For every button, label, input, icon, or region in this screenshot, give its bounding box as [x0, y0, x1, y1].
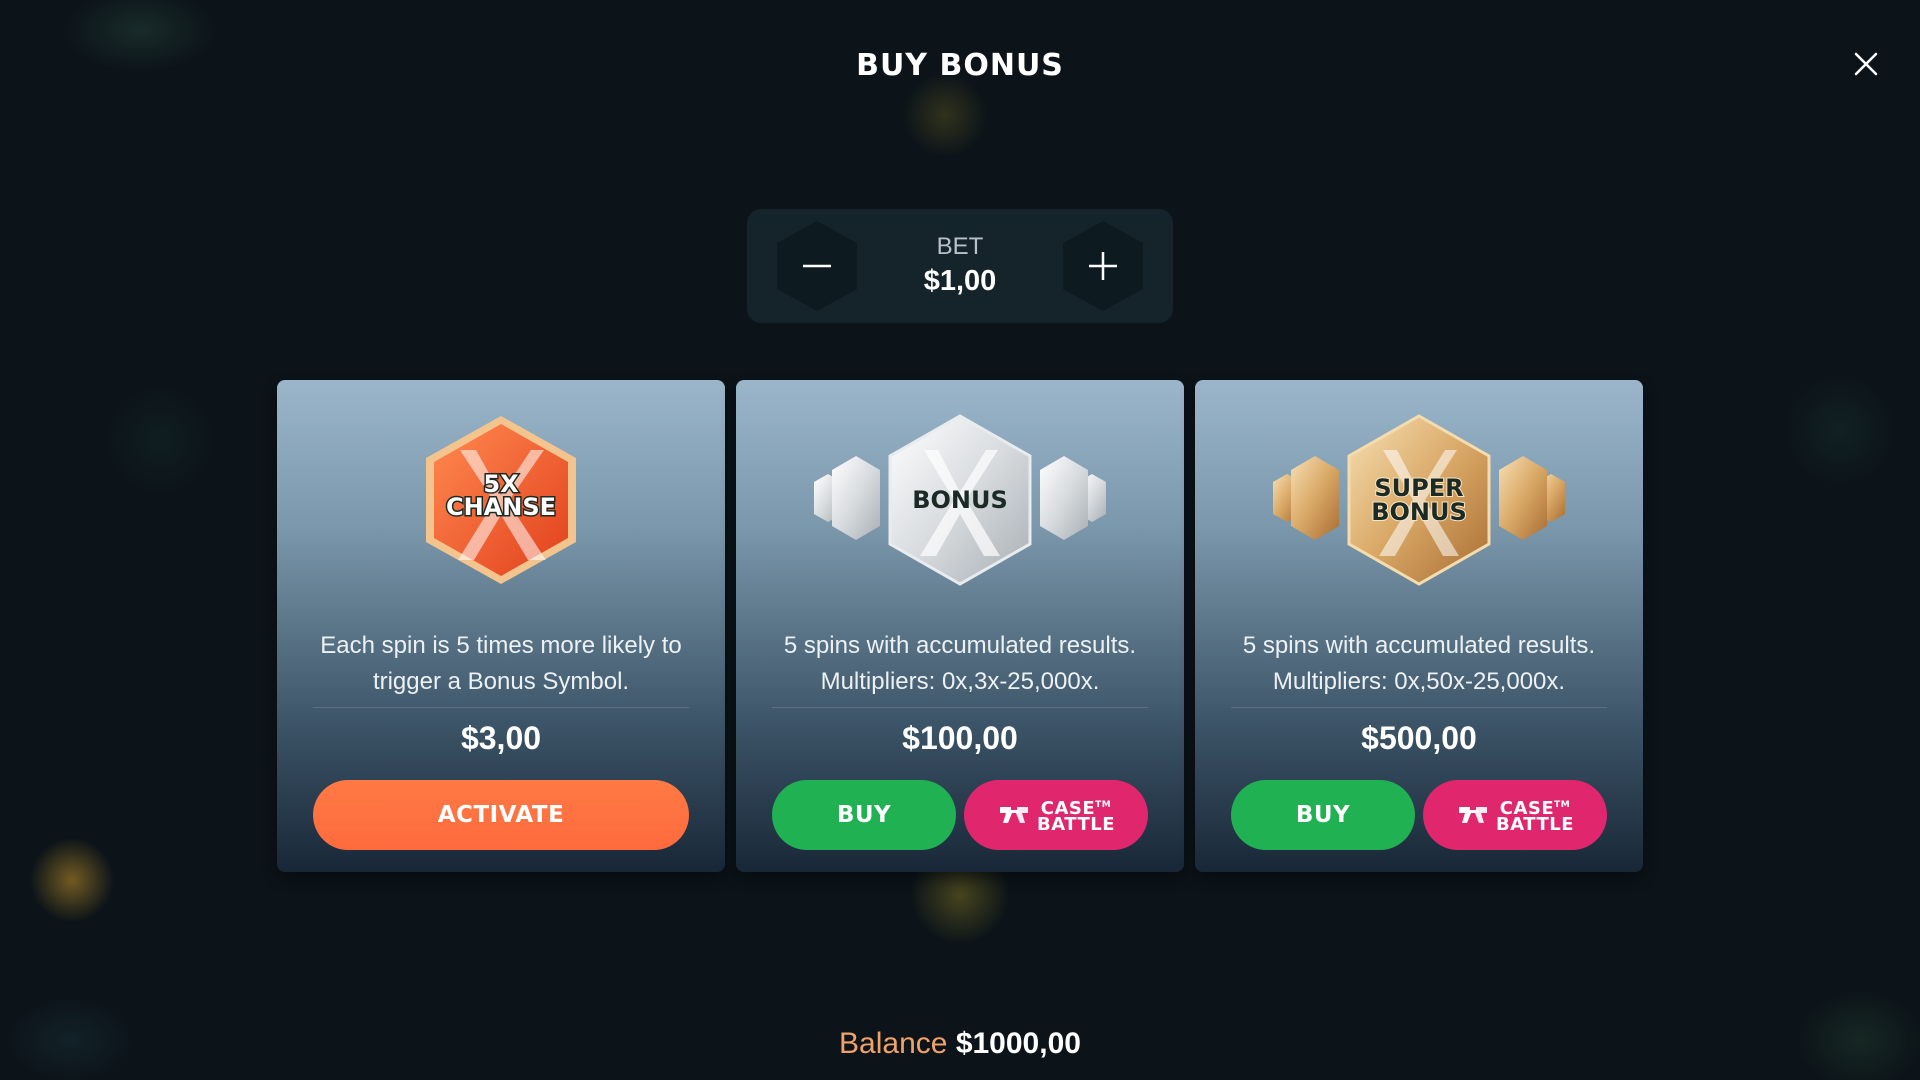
- bonus-badge-icon: BONUS: [814, 414, 1106, 586]
- divider: [1231, 707, 1607, 708]
- case-battle-button[interactable]: CASETM BATTLE: [964, 780, 1148, 850]
- trademark: TM: [1554, 800, 1571, 810]
- crossed-guns-icon: [1456, 801, 1490, 829]
- divider: [313, 707, 689, 708]
- activate-button[interactable]: ACTIVATE: [313, 780, 689, 850]
- card-art: SUPER BONUS: [1195, 410, 1643, 586]
- crossed-guns-icon: [997, 801, 1031, 829]
- card-art: 5X CHANSE: [277, 410, 725, 584]
- case-battle-button[interactable]: CASETM BATTLE: [1423, 780, 1607, 850]
- balance-display: Balance $1000,00: [0, 1027, 1920, 1061]
- card-description: Each spin is 5 times more likely to trig…: [320, 632, 682, 695]
- trademark: TM: [1095, 800, 1112, 810]
- buy-button[interactable]: BUY: [772, 780, 956, 850]
- plus-icon: [1063, 221, 1143, 311]
- buy-bonus-screen: BUY BONUS BET $1,00 5X CHANSE Each spin …: [0, 0, 1920, 1080]
- card-price: $3,00: [460, 720, 542, 756]
- card-price: $500,00: [1361, 720, 1477, 756]
- super-bonus-badge-icon: SUPER BONUS: [1273, 414, 1565, 586]
- bonus-card-super-bonus: SUPER BONUS 5 spins with accumulated res…: [1195, 380, 1643, 872]
- card-description: 5 spins with accumulated results. Multip…: [783, 632, 1137, 695]
- close-icon: [1854, 52, 1878, 76]
- badge-line: CHANSE: [446, 493, 556, 521]
- bonus-card-5x-chanse: 5X CHANSE Each spin is 5 times more like…: [277, 380, 725, 872]
- case-battle-line: BATTLE: [1037, 814, 1115, 835]
- close-button[interactable]: [1846, 44, 1886, 84]
- balance-value: $1000,00: [955, 1027, 1081, 1060]
- badge-text: BONUS: [912, 486, 1008, 514]
- 5x-chanse-badge-icon: 5X CHANSE: [426, 416, 576, 584]
- card-price: $100,00: [902, 720, 1018, 756]
- bet-selector: BET $1,00: [747, 209, 1173, 323]
- increase-bet-button[interactable]: [1059, 219, 1147, 313]
- page-title: BUY BONUS: [856, 48, 1064, 83]
- balance-label: Balance: [839, 1027, 948, 1060]
- case-battle-line: BATTLE: [1496, 814, 1574, 835]
- divider: [772, 707, 1148, 708]
- card-description: 5 spins with accumulated results. Multip…: [1242, 632, 1596, 695]
- card-art: BONUS: [736, 410, 1184, 586]
- badge-line: BONUS: [1371, 498, 1467, 526]
- buy-button[interactable]: BUY: [1231, 780, 1415, 850]
- bonus-card-bonus: BONUS 5 spins with accumulated results. …: [736, 380, 1184, 872]
